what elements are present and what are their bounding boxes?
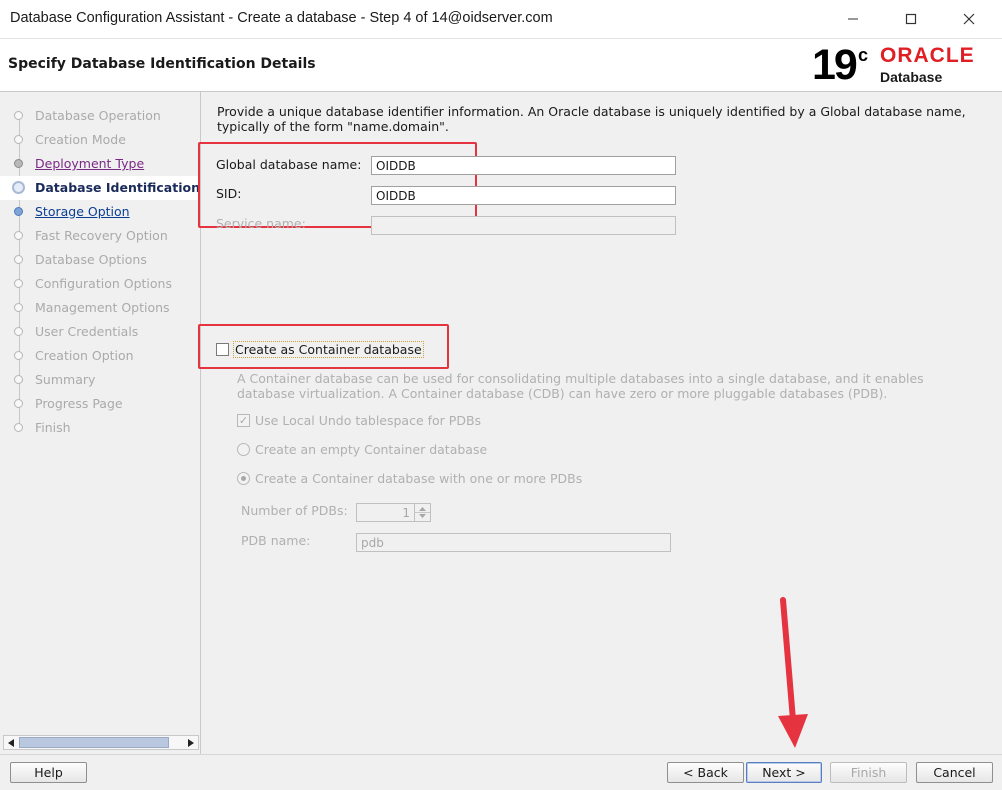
nav-step-label: Finish [35, 420, 71, 435]
version-number: 19 [812, 41, 858, 89]
nav-step-label: Storage Option [35, 204, 130, 219]
nav-step-label: Deployment Type [35, 156, 145, 171]
close-icon [963, 13, 975, 25]
maximize-icon [905, 13, 917, 25]
nav-step[interactable]: Database Identification [0, 176, 200, 200]
spinner-arrows-icon [415, 507, 430, 518]
cancel-button[interactable]: Cancel [916, 762, 993, 783]
global-db-name-input[interactable]: OIDDB [371, 156, 676, 175]
page-header: Specify Database Identification Details … [0, 38, 1002, 92]
cdb-with-pdbs-label: Create a Container database with one or … [255, 471, 583, 486]
steps-nav: Database Operation Creation Mode Deploymen… [0, 92, 201, 754]
local-undo-label: Use Local Undo tablespace for PDBs [255, 413, 482, 428]
pdb-name-label: PDB name: [241, 533, 311, 548]
nav-step-label: Database Operation [35, 108, 161, 123]
next-button[interactable]: Next > [746, 762, 822, 783]
create-container-db-label[interactable]: Create as Container database [233, 341, 424, 358]
nav-step: Finish [0, 416, 200, 440]
global-db-name-label: Global database name: [216, 157, 362, 172]
product-name: Database [880, 69, 943, 85]
num-pdbs-spinner[interactable]: 1 [356, 503, 431, 522]
help-button[interactable]: Help [10, 762, 87, 783]
nav-step-label: Fast Recovery Option [35, 228, 168, 243]
nav-step: Database Operation [0, 104, 200, 128]
nav-step: User Credentials [0, 320, 200, 344]
sid-label: SID: [216, 186, 242, 201]
step-marker-icon [14, 159, 23, 168]
step-marker-icon [12, 181, 25, 194]
nav-step-label: User Credentials [35, 324, 139, 339]
step-marker-icon [14, 423, 23, 432]
sid-input[interactable]: OIDDB [371, 186, 676, 205]
step-marker-icon [14, 375, 23, 384]
arrow-right-icon [188, 738, 194, 747]
create-container-db-checkbox[interactable] [216, 343, 229, 356]
pdb-name-input[interactable]: pdb [356, 533, 671, 552]
maximize-button[interactable] [882, 0, 940, 38]
cdb-description: A Container database can be used for con… [237, 371, 924, 401]
nav-step-label: Configuration Options [35, 276, 172, 291]
title-bar: Database Configuration Assistant - Creat… [0, 0, 1002, 38]
nav-step-label: Database Identification [35, 180, 200, 195]
nav-step-label: Database Options [35, 252, 147, 267]
nav-step: Creation Mode [0, 128, 200, 152]
nav-step-label: Management Options [35, 300, 170, 315]
cdb-with-pdbs-radio[interactable] [237, 472, 250, 485]
minimize-button[interactable] [824, 0, 882, 38]
nav-scrollbar[interactable] [3, 735, 199, 750]
step-marker-icon [14, 303, 23, 312]
step-marker-icon [14, 111, 23, 120]
nav-step-label: Progress Page [35, 396, 123, 411]
spinner-buttons[interactable] [414, 504, 430, 521]
empty-cdb-radio[interactable] [237, 443, 250, 456]
scrollbar-thumb[interactable] [19, 737, 169, 748]
local-undo-checkbox[interactable]: ✓ [237, 414, 250, 427]
oracle-logo: 19 c ORACLE Database [0, 39, 1002, 91]
description-text: Provide a unique database identifier inf… [217, 104, 966, 134]
nav-step-label: Creation Option [35, 348, 134, 363]
empty-cdb-label: Create an empty Container database [255, 442, 488, 457]
close-button[interactable] [940, 0, 998, 38]
step-marker-icon [14, 327, 23, 336]
back-button[interactable]: < Back [667, 762, 744, 783]
nav-step-label: Creation Mode [35, 132, 126, 147]
step-marker-icon [14, 279, 23, 288]
scroll-right-button[interactable] [184, 736, 198, 749]
step-marker-icon [14, 231, 23, 240]
nav-step: Progress Page [0, 392, 200, 416]
step-marker-icon [14, 135, 23, 144]
nav-step[interactable]: Deployment Type [0, 152, 200, 176]
nav-step: Creation Option [0, 344, 200, 368]
annotation-arrow-icon [778, 597, 808, 748]
num-pdbs-value: 1 [402, 506, 410, 520]
num-pdbs-label: Number of PDBs: [241, 503, 348, 518]
arrow-left-icon [8, 738, 14, 747]
step-marker-icon [14, 207, 23, 216]
scroll-left-button[interactable] [4, 736, 18, 749]
nav-step[interactable]: Storage Option [0, 200, 200, 224]
nav-step: Database Options [0, 248, 200, 272]
finish-button[interactable]: Finish [830, 762, 907, 783]
service-name-label: Service name: [216, 216, 306, 231]
nav-step: Configuration Options [0, 272, 200, 296]
oracle-brand: ORACLE [880, 44, 975, 67]
nav-step: Summary [0, 368, 200, 392]
service-name-input[interactable] [371, 216, 676, 235]
step-marker-icon [14, 351, 23, 360]
minimize-icon [848, 18, 858, 20]
version-suffix: c [858, 45, 869, 65]
nav-step: Management Options [0, 296, 200, 320]
window-title: Database Configuration Assistant - Creat… [10, 10, 553, 26]
step-marker-icon [14, 255, 23, 264]
step-marker-icon [14, 399, 23, 408]
nav-step-label: Summary [35, 372, 96, 387]
nav-step: Fast Recovery Option [0, 224, 200, 248]
